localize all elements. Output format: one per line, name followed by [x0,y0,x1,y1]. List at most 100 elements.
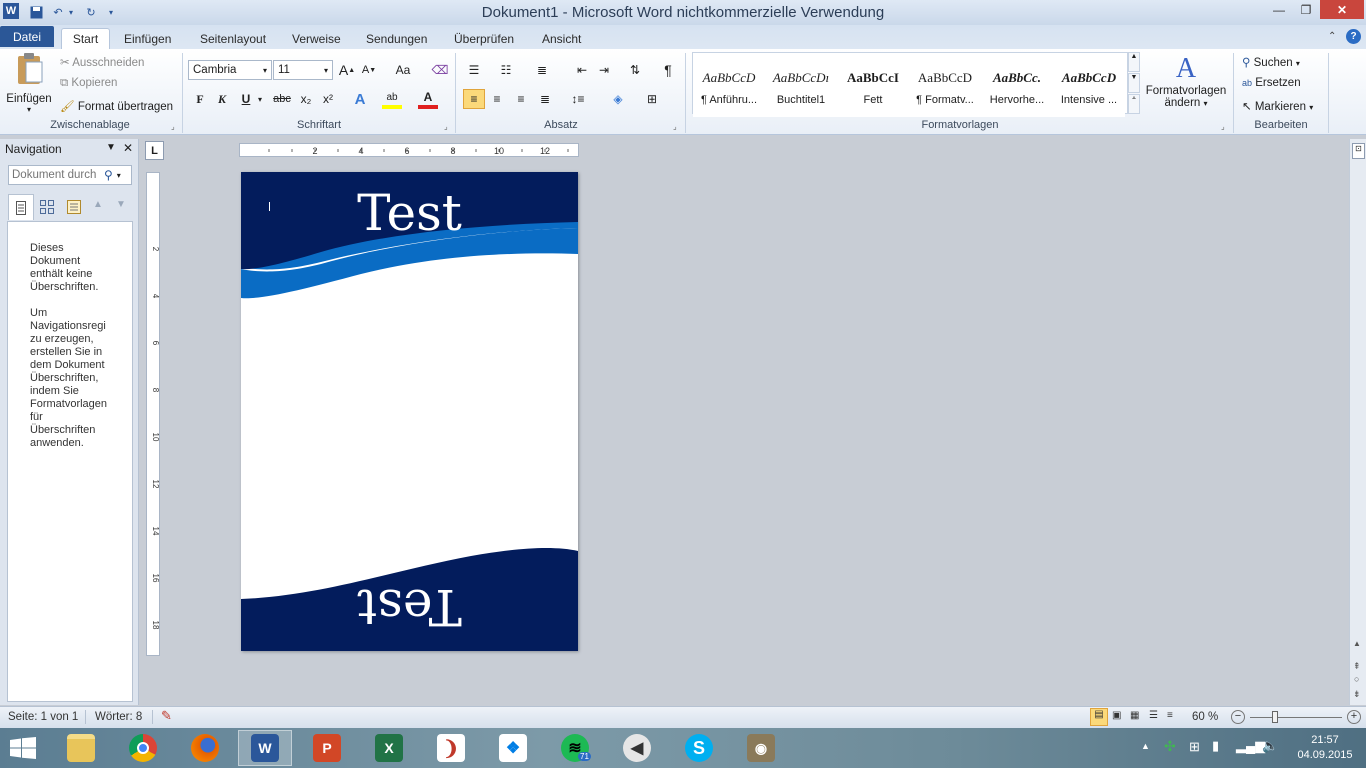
proofing-icon[interactable]: ✎ [161,708,172,724]
change-styles-button[interactable]: A Formatvorlagen ändern ▾ [1143,53,1229,117]
underline-dropdown-icon[interactable]: ▾ [255,89,265,109]
show-formatting-button[interactable]: ¶ [658,60,678,80]
select-button[interactable]: ↖ Markieren ▾ [1242,99,1313,113]
ruler-toggle-icon[interactable]: ⊡ [1352,143,1365,159]
text-effects-button[interactable]: A [350,89,370,109]
outline-view-icon[interactable]: ☰ [1149,710,1158,721]
subscript-button[interactable]: x₂ [296,89,316,109]
minimize-button[interactable]: — [1266,0,1292,19]
paragraph-launcher-icon[interactable]: ⌟ [673,122,677,131]
vertical-scrollbar[interactable]: ⊡ ▲ ⇞ ○ ⇟ [1349,139,1366,705]
taskbar-word[interactable]: W [238,730,292,766]
taskbar-explorer[interactable] [54,730,108,766]
search-icon[interactable]: ⚲ [104,168,113,182]
taskbar-app[interactable]: ❩ [424,730,478,766]
align-left-button[interactable]: ≡ [463,89,485,109]
superscript-button[interactable]: x² [318,89,338,109]
cut-button[interactable]: ✂ Ausschneiden [60,55,144,69]
taskbar-chrome[interactable] [116,730,170,766]
tab-page-layout[interactable]: Seitenlayout [190,28,276,49]
web-layout-view-icon[interactable]: ▦ [1130,710,1139,721]
minimize-ribbon-icon[interactable]: ⌃ [1328,31,1336,42]
zoom-out-button[interactable]: − [1231,710,1245,724]
navigation-close-icon[interactable]: ✕ [123,141,133,155]
tab-review[interactable]: Überprüfen [444,28,524,49]
font-launcher-icon[interactable]: ⌟ [444,122,448,131]
shading-button[interactable]: ◈ [608,89,628,109]
navigation-options-icon[interactable]: ▼ [106,142,116,153]
navigation-search-input[interactable] [12,169,104,181]
tray-volume-icon[interactable]: 🔈 [1262,738,1278,754]
bold-button[interactable]: F [190,89,210,109]
browse-results-tab[interactable] [62,195,86,219]
print-layout-view-icon[interactable]: ▤ [1090,708,1108,726]
sort-button[interactable]: ⇅ [625,60,645,80]
align-center-button[interactable]: ≡ [487,89,507,109]
word-count-status[interactable]: Wörter: 8 [95,711,142,723]
full-screen-view-icon[interactable]: ▣ [1112,710,1121,721]
taskbar-spotify[interactable]: ≋ 71 [548,730,602,766]
find-button[interactable]: ⚲ Suchen ▾ [1242,55,1300,69]
underline-button[interactable]: U [236,89,256,109]
clear-format-icon[interactable]: ⌫ [430,60,450,80]
tab-mailings[interactable]: Sendungen [356,28,437,49]
justify-button[interactable]: ≣ [535,89,555,109]
change-case-button[interactable]: Aa [390,60,416,80]
decrease-indent-button[interactable]: ⇤ [572,60,592,80]
ruler-selector-button[interactable]: L [145,141,164,160]
styles-scroll-down-icon[interactable]: ▼ [1128,73,1140,93]
styles-scroll-up-icon[interactable]: ▲ [1128,52,1140,72]
select-browse-object-icon[interactable]: ○ [1354,674,1359,684]
taskbar-skype[interactable]: S [672,730,726,766]
style-intense[interactable]: AaBbCcD Intensive ... [1053,57,1125,117]
taskbar-firefox[interactable] [178,730,232,766]
paste-dropdown-icon[interactable]: ▾ [4,105,54,114]
strikethrough-button[interactable]: abc [270,89,294,109]
tab-start[interactable]: Start [61,28,110,49]
styles-launcher-icon[interactable]: ⌟ [1221,122,1225,131]
draft-view-icon[interactable]: ≡ [1167,710,1173,721]
close-button[interactable]: ✕ [1320,0,1364,19]
footer-title[interactable]: Test [241,576,578,638]
tray-windows-icon[interactable]: ⊞ [1189,739,1200,755]
taskbar-powerpoint[interactable]: P [300,730,354,766]
tray-clock[interactable]: 21:57 04.09.2015 [1296,733,1354,763]
clipboard-launcher-icon[interactable]: ⌟ [171,122,175,131]
next-page-icon[interactable]: ⇟ [1353,689,1361,700]
navigation-search-box[interactable]: ⚲ ▾ [8,165,132,185]
browse-headings-tab[interactable] [8,194,34,220]
tab-insert[interactable]: Einfügen [114,28,181,49]
font-size-combo[interactable]: 11 ▾ [273,60,333,80]
browse-pages-tab[interactable] [35,195,59,219]
highlight-button[interactable]: ab [382,89,402,109]
style-book-title[interactable]: AaBbCcDı Buchtitel1 [765,57,837,117]
italic-button[interactable]: K [212,89,232,109]
multilevel-list-button[interactable]: ≣ [532,60,552,80]
format-painter-button[interactable]: 🖌 Format übertragen [60,99,173,113]
show-hidden-icons-button[interactable]: ▲ [1141,741,1150,751]
zoom-in-button[interactable]: + [1347,710,1361,724]
style-format[interactable]: AaBbCcD ¶ Formatv... [909,57,981,117]
style-bold[interactable]: AaBbCcI Fett [837,57,909,117]
replace-button[interactable]: ab Ersetzen [1242,77,1301,89]
tray-app-icon[interactable]: ✣ [1164,738,1176,755]
horizontal-ruler[interactable]: 2 4 6 8 10 12 [239,143,579,157]
start-button[interactable] [10,737,36,762]
next-heading-icon[interactable]: ▼ [116,199,126,210]
zoom-level[interactable]: 60 % [1192,711,1218,723]
previous-heading-icon[interactable]: ▲ [93,199,103,210]
chevron-down-icon[interactable]: ▾ [117,171,121,180]
grow-font-button[interactable]: A ▲ [337,60,357,80]
zoom-slider-thumb[interactable] [1272,711,1278,723]
numbering-button[interactable]: ☷ [496,60,516,80]
taskbar-gimp[interactable]: ◉ [734,730,788,766]
borders-button[interactable]: ⊞ [642,89,662,109]
shrink-font-button[interactable]: A ▼ [359,60,379,80]
vertical-ruler[interactable]: 2 4 6 8 10 12 14 16 18 [146,172,160,656]
tab-references[interactable]: Verweise [282,28,351,49]
header-title[interactable]: Test [241,182,578,244]
style-quote[interactable]: AaBbCcD ¶ Anführu... [693,57,765,117]
tray-signal-icon[interactable]: ▂▄▆ [1236,738,1265,754]
align-right-button[interactable]: ≡ [511,89,531,109]
document-page[interactable]: Test Test [241,172,578,651]
